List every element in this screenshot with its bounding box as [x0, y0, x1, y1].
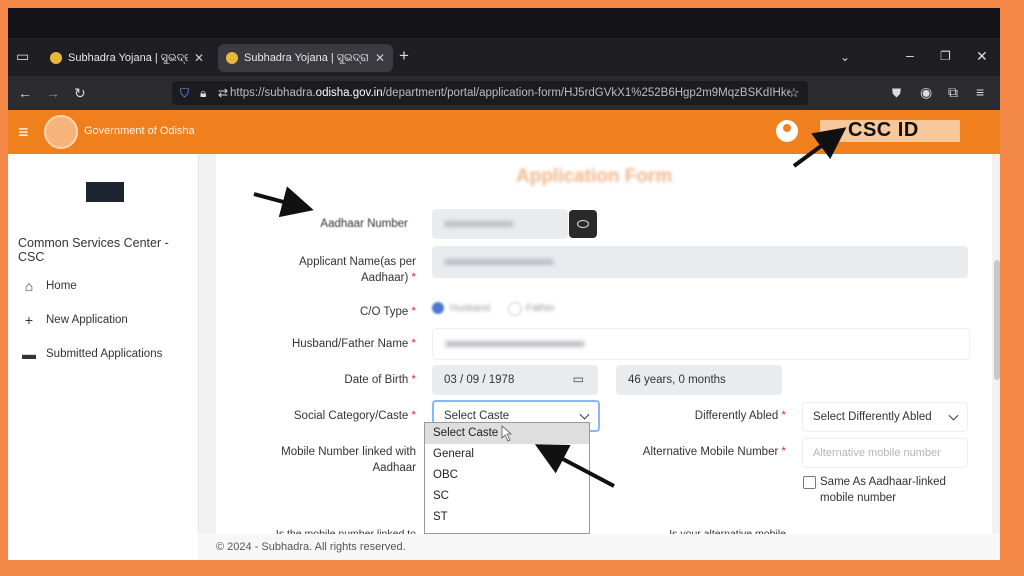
mouse-cursor-icon [501, 425, 513, 442]
arrow-to-csc-id [792, 127, 847, 168]
arrow-to-aadhaar [253, 186, 314, 218]
arrow-to-caste-dropdown [534, 444, 615, 488]
annotation-arrows [253, 127, 847, 488]
